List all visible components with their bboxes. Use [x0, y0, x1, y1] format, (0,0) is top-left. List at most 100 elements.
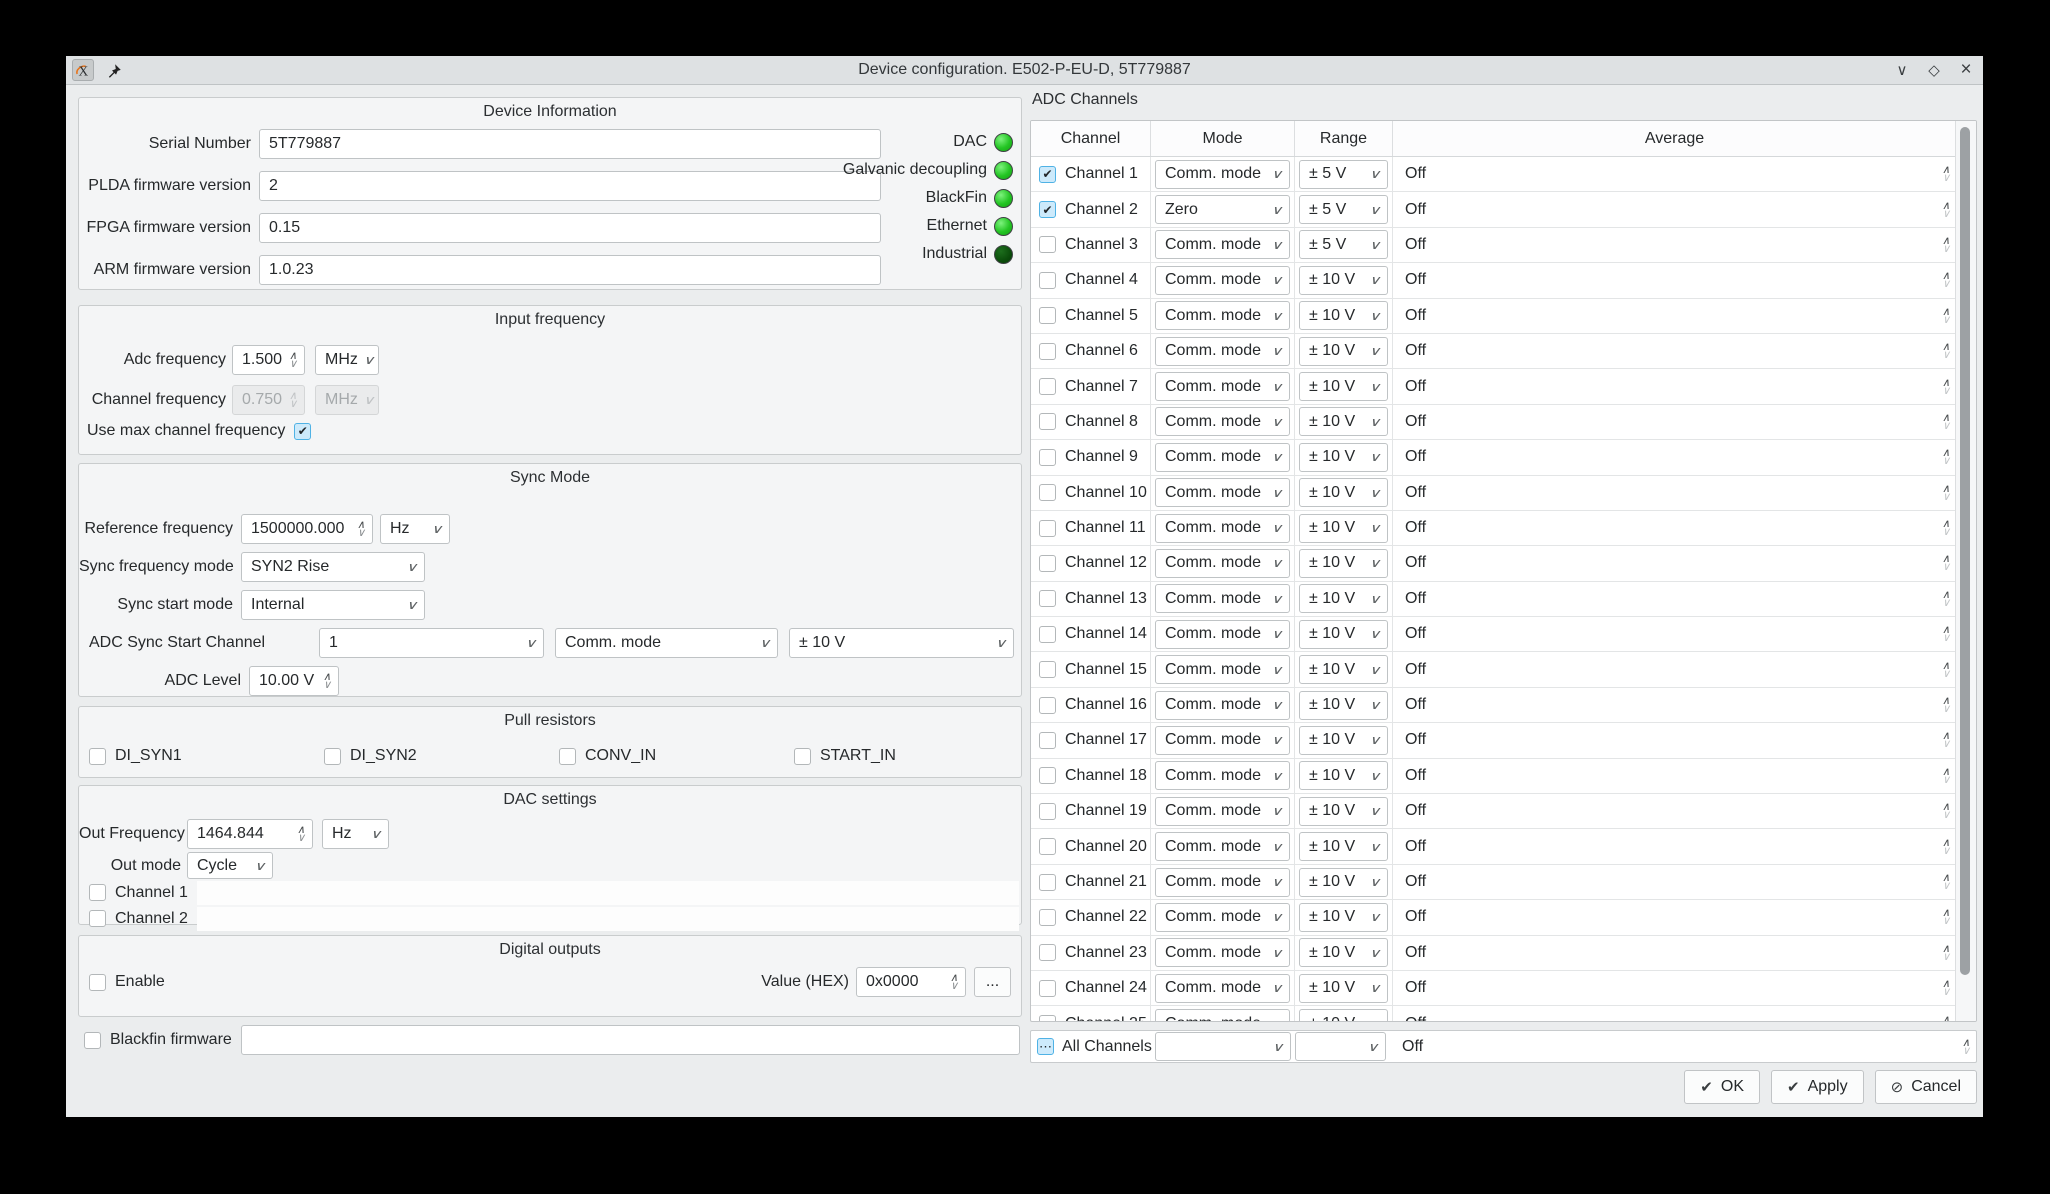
blackfin-firmware-input[interactable] [241, 1025, 1020, 1055]
channel-checkbox[interactable] [1039, 838, 1056, 855]
column-header-channel[interactable]: Channel [1031, 121, 1151, 156]
mode-combo[interactable]: Comm. mode ∨ [1155, 691, 1290, 720]
adc-sync-start-channel-combo[interactable]: 1 ∨ [319, 628, 544, 658]
mode-combo[interactable]: Comm. mode ∨ [1155, 514, 1290, 543]
mode-combo[interactable]: Comm. mode ∨ [1155, 549, 1290, 578]
spin-down-icon[interactable]: ∨ [1942, 953, 1950, 961]
channel-checkbox[interactable] [1039, 307, 1056, 324]
channel-checkbox[interactable] [1039, 413, 1056, 430]
average-spinbox[interactable]: Off ∧ ∨ [1393, 448, 1956, 466]
channel-checkbox[interactable] [1039, 484, 1056, 501]
all-channels-checkbox[interactable] [1037, 1038, 1054, 1055]
average-spinbox[interactable]: Off ∧ ∨ [1393, 519, 1956, 537]
mode-combo[interactable]: Comm. mode ∨ [1155, 443, 1290, 472]
reference-frequency-spinbox[interactable]: 1500000.000 ∧∨ [241, 514, 373, 544]
channel-checkbox[interactable] [1039, 626, 1056, 643]
mode-combo[interactable]: Comm. mode ∨ [1155, 266, 1290, 295]
range-combo[interactable]: ± 10 V ∨ [1299, 797, 1388, 826]
spin-down-icon[interactable]: ∨ [1942, 847, 1950, 855]
dac-channel-checkbox[interactable] [89, 910, 106, 927]
dac-channel-checkbox[interactable] [89, 884, 106, 901]
close-button[interactable]: × [1957, 61, 1975, 79]
mode-combo[interactable]: Comm. mode ∨ [1155, 407, 1290, 436]
field-input[interactable]: 2 [259, 171, 881, 201]
average-spinbox[interactable]: Off ∧ ∨ [1393, 271, 1956, 289]
spin-down-icon[interactable]: ∨ [1942, 563, 1950, 571]
spin-down-icon[interactable]: ∨ [1942, 740, 1950, 748]
average-spinbox[interactable]: Off ∧ ∨ [1393, 484, 1956, 502]
spin-down-icon[interactable]: ∨ [1942, 599, 1950, 607]
spin-down-icon[interactable]: ∨ [1942, 528, 1950, 536]
average-spinbox[interactable]: Off ∧ ∨ [1393, 201, 1956, 219]
average-spinbox[interactable]: Off ∧ ∨ [1393, 944, 1956, 962]
mode-combo[interactable]: Comm. mode ∨ [1155, 478, 1290, 507]
range-combo[interactable]: ± 5 V ∨ [1299, 195, 1388, 224]
column-header-range[interactable]: Range [1295, 121, 1393, 156]
channel-checkbox[interactable] [1039, 166, 1056, 183]
adc-sync-start-range-combo[interactable]: ± 10 V ∨ [789, 628, 1014, 658]
average-spinbox[interactable]: Off ∧ ∨ [1393, 873, 1956, 891]
range-combo[interactable]: ± 10 V ∨ [1299, 655, 1388, 684]
channel-checkbox[interactable] [1039, 590, 1056, 607]
value-hex-spinbox[interactable]: 0x0000 ∧∨ [856, 967, 966, 997]
spin-down-icon[interactable]: ∨ [1942, 493, 1950, 501]
reference-frequency-unit-combo[interactable]: Hz ∨ [380, 514, 450, 544]
average-spinbox[interactable]: Off ∧ ∨ [1393, 731, 1956, 749]
mode-combo[interactable]: Comm. mode ∨ [1155, 655, 1290, 684]
column-header-mode[interactable]: Mode [1151, 121, 1295, 156]
column-header-average[interactable]: Average [1393, 121, 1956, 156]
mode-combo[interactable]: Comm. mode ∨ [1155, 832, 1290, 861]
dac-channel-field[interactable] [197, 881, 1019, 905]
mode-combo[interactable]: Comm. mode ∨ [1155, 903, 1290, 932]
value-hex-more-button[interactable]: ... [974, 967, 1011, 997]
adc-level-spinbox[interactable]: 10.00 V ∧∨ [249, 666, 339, 696]
cancel-button[interactable]: ⊘ Cancel [1875, 1070, 1977, 1104]
spin-down-icon[interactable]: ∨ [1942, 705, 1950, 713]
vertical-scrollbar[interactable] [1955, 121, 1976, 1021]
blackfin-firmware-checkbox[interactable] [84, 1032, 101, 1049]
spin-down-icon[interactable]: ∨ [1942, 634, 1950, 642]
pull-resistor-checkbox[interactable] [324, 748, 341, 765]
range-combo[interactable]: ± 10 V ∨ [1299, 761, 1388, 790]
range-combo[interactable]: ± 10 V ∨ [1299, 938, 1388, 967]
channel-checkbox[interactable] [1039, 555, 1056, 572]
range-combo[interactable]: ± 10 V ∨ [1299, 549, 1388, 578]
spin-down-icon[interactable]: ∨ [950, 982, 958, 990]
spin-down-icon[interactable]: ∨ [1942, 811, 1950, 819]
mode-combo[interactable]: Comm. mode ∨ [1155, 160, 1290, 189]
pull-resistor-checkbox[interactable] [89, 748, 106, 765]
out-mode-combo[interactable]: Cycle ∨ [187, 852, 273, 879]
range-combo[interactable]: ± 10 V ∨ [1299, 903, 1388, 932]
spin-down-icon[interactable]: ∨ [357, 529, 365, 537]
average-spinbox[interactable]: Off ∧ ∨ [1393, 554, 1956, 572]
adc-sync-start-mode-combo[interactable]: Comm. mode ∨ [555, 628, 778, 658]
minimize-button[interactable]: ∨ [1893, 61, 1911, 79]
spin-down-icon[interactable]: ∨ [1942, 351, 1950, 359]
out-frequency-spinbox[interactable]: 1464.844 ∧∨ [187, 819, 313, 849]
mode-combo[interactable]: Comm. mode ∨ [1155, 620, 1290, 649]
average-spinbox[interactable]: Off ∧ ∨ [1393, 767, 1956, 785]
out-frequency-unit-combo[interactable]: Hz ∨ [322, 819, 389, 849]
average-spinbox[interactable]: Off ∧ ∨ [1393, 838, 1956, 856]
mode-combo[interactable]: Comm. mode ∨ [1155, 726, 1290, 755]
average-spinbox[interactable]: Off ∧ ∨ [1393, 236, 1956, 254]
all-channels-average-spinbox[interactable]: Off ∧∨ [1390, 1038, 1976, 1056]
spin-down-icon[interactable]: ∨ [1942, 245, 1950, 253]
channel-checkbox[interactable] [1039, 449, 1056, 466]
range-combo[interactable]: ± 10 V ∨ [1299, 1009, 1388, 1022]
mode-combo[interactable]: Comm. mode ∨ [1155, 584, 1290, 613]
spin-down-icon[interactable]: ∨ [1942, 422, 1950, 430]
mode-combo[interactable]: Comm. mode ∨ [1155, 761, 1290, 790]
range-combo[interactable]: ± 10 V ∨ [1299, 372, 1388, 401]
mode-combo[interactable]: Comm. mode ∨ [1155, 938, 1290, 967]
mode-combo[interactable]: Comm. mode ∨ [1155, 974, 1290, 1003]
mode-combo[interactable]: Comm. mode ∨ [1155, 372, 1290, 401]
mode-combo[interactable]: Zero ∨ [1155, 195, 1290, 224]
spin-down-icon[interactable]: ∨ [1942, 457, 1950, 465]
average-spinbox[interactable]: Off ∧ ∨ [1393, 590, 1956, 608]
range-combo[interactable]: ± 10 V ∨ [1299, 301, 1388, 330]
channel-checkbox[interactable] [1039, 874, 1056, 891]
app-icon[interactable]: X [72, 59, 94, 81]
channel-checkbox[interactable] [1039, 520, 1056, 537]
field-input[interactable]: 1.0.23 [259, 255, 881, 285]
